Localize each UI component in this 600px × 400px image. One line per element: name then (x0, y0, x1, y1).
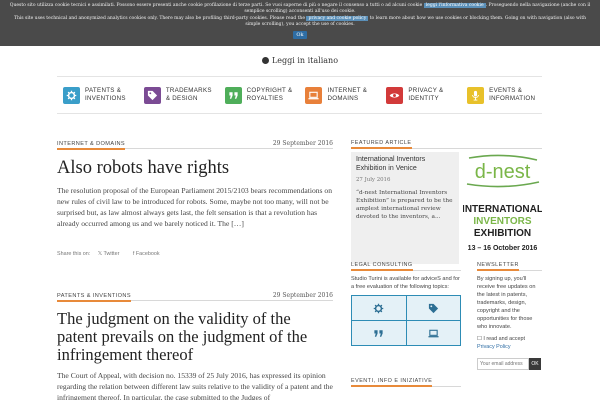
email-input[interactable] (477, 358, 529, 370)
article-meta: Internet & Domains 29 September 2016 (57, 140, 333, 150)
laptop-icon (428, 329, 439, 337)
share-facebook-link[interactable]: f Facebook (133, 251, 166, 257)
nav-item-trademarks[interactable]: Trademarks & Design (138, 77, 219, 113)
events-box: Eventi, Info e Iniziative (351, 378, 461, 387)
globe-icon (261, 57, 269, 64)
nav-label: Privacy & Identity (408, 87, 444, 102)
topic-internet-button[interactable] (406, 321, 460, 345)
consent-checkbox[interactable]: ☐ (477, 336, 482, 342)
logo-line-2: INVENTORS (473, 216, 531, 227)
logo-line-3: EXHIBITION (474, 228, 531, 239)
article-meta: Patents & Inventions 29 September 2016 (57, 292, 333, 302)
topic-patents-button[interactable] (352, 296, 406, 320)
nav-label: Internet & Domains (327, 87, 368, 102)
privacy-policy-link[interactable]: Privacy Policy (477, 344, 511, 350)
d-nest-logo[interactable]: d-nest INTERNATIONAL INVENTORS EXHIBITIO… (462, 154, 543, 262)
article-title[interactable]: Also robots have rights (57, 157, 333, 179)
gear-icon (63, 86, 80, 104)
nav-item-patents[interactable]: Patents & Inventions (57, 77, 138, 113)
laptop-icon (305, 86, 323, 104)
nav-item-internet[interactable]: Internet & Domains (299, 77, 380, 113)
nav-label: Copyright & Royalties (246, 87, 293, 102)
newsletter-box: Newsletter By signing up, you'll receive… (477, 262, 542, 370)
consent-label: I read and accept (483, 336, 526, 342)
article-category[interactable]: Patents & Inventions (57, 293, 131, 302)
privacy-consent: ☐ I read and accept Privacy Policy (477, 336, 542, 351)
article-excerpt: The resolution proposal of the European … (57, 186, 332, 228)
nav-label: Patents & Inventions (85, 87, 126, 102)
article-card: Patents & Inventions 29 September 2016 T… (57, 292, 333, 400)
category-nav: Patents & Inventions Trademarks & Design… (57, 76, 542, 114)
language-label[interactable]: Leggi in italiano (272, 56, 338, 65)
cookie-text-it: Questo sito utilizza cookie tecnici e as… (9, 3, 591, 15)
nav-item-events[interactable]: Events & Information (461, 77, 542, 113)
featured-article: Featured Article International Inventors… (351, 140, 543, 264)
quote-icon (224, 86, 242, 104)
share-label: Share this on: (57, 251, 91, 257)
tag-icon (428, 303, 438, 313)
article-date: 29 September 2016 (272, 140, 333, 147)
share-twitter-link[interactable]: 𝕏 Twitter (98, 251, 126, 257)
topic-grid (351, 295, 461, 346)
share-bar: Share this on: 𝕏 Twitter f Facebook (57, 251, 333, 257)
legal-text: Studio Turini is available for adviceS a… (351, 276, 460, 290)
article-card: Internet & Domains 29 September 2016 Als… (57, 140, 333, 257)
language-switch[interactable]: Leggi in italiano (0, 56, 600, 65)
cookie-ok-button[interactable]: Ok (293, 30, 307, 40)
article-date: 29 September 2016 (272, 292, 333, 299)
logo-brand: d-nest (475, 161, 531, 183)
nav-label: Events & Information (489, 87, 536, 102)
microphone-icon (467, 86, 485, 104)
featured-title[interactable]: International Inventors Exhibition in Ve… (356, 156, 454, 174)
topic-trademarks-button[interactable] (406, 296, 460, 320)
newsletter-heading: Newsletter (477, 262, 542, 271)
newsletter-form: OK (477, 358, 542, 370)
topic-copyright-button[interactable] (352, 321, 406, 345)
cookie-text-en: This site uses technical and anonymized … (13, 15, 587, 28)
eye-icon (386, 86, 404, 104)
newsletter-text: By signing up, you'll receive free updat… (477, 276, 536, 330)
cookie-banner: Questo sito utilizza cookie tecnici e as… (0, 0, 600, 46)
featured-date: 27 July 2016 (356, 176, 391, 183)
cookie-link-it[interactable]: leggi l'informativa cookie (423, 3, 486, 8)
featured-heading: Featured Article (351, 140, 542, 149)
nav-label: Trademarks & Design (165, 87, 212, 102)
logo-line-1: INTERNATIONAL (463, 204, 542, 215)
cookie-link-en[interactable]: privacy and cookie policy (306, 15, 369, 21)
article-excerpt: The Court of Appeal, with decision no. 1… (57, 371, 333, 400)
legal-consulting: Legal Consulting Studio Turini is availa… (351, 262, 461, 346)
quote-icon (374, 329, 383, 337)
article-title[interactable]: The judgment on the validity of the pate… (57, 310, 333, 364)
nav-item-copyright[interactable]: Copyright & Royalties (219, 77, 300, 113)
featured-card[interactable]: International Inventors Exhibition in Ve… (351, 152, 459, 264)
events-heading: Eventi, Info e Iniziative (351, 378, 461, 387)
legal-heading: Legal Consulting (351, 262, 461, 271)
logo-dates: 13 – 16 October 2016 (468, 245, 538, 252)
tag-icon (143, 86, 161, 104)
article-category[interactable]: Internet & Domains (57, 141, 126, 150)
gear-icon (373, 303, 384, 313)
nav-item-privacy[interactable]: Privacy & Identity (380, 77, 461, 113)
subscribe-button[interactable]: OK (529, 358, 541, 370)
featured-text: “d-nest International Inventors Exhibiti… (356, 189, 453, 220)
